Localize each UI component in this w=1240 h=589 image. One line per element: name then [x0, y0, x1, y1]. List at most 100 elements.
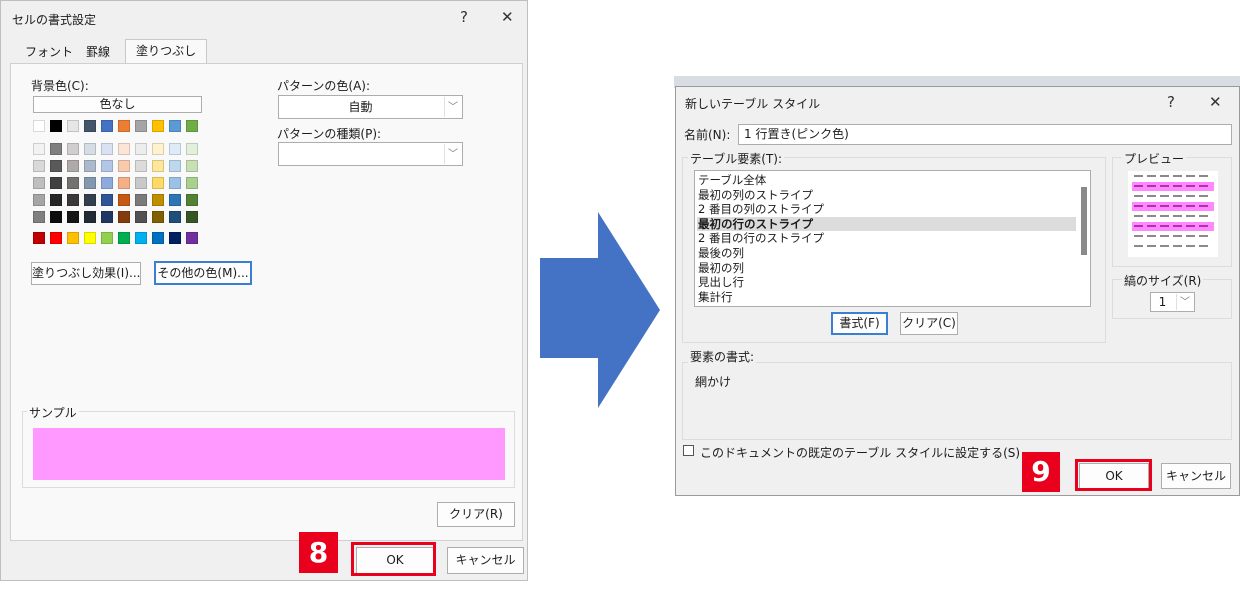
color-swatch[interactable] — [67, 120, 79, 132]
color-swatch[interactable] — [101, 160, 113, 172]
table-element-item[interactable]: 最初の行のストライプ — [697, 216, 1076, 231]
color-swatch[interactable] — [33, 143, 45, 155]
color-swatch[interactable] — [118, 160, 130, 172]
color-swatch[interactable] — [135, 160, 147, 172]
help-button[interactable]: ? — [460, 8, 468, 26]
standard-color-swatch[interactable] — [118, 232, 130, 244]
table-element-item[interactable]: 最後の列 — [697, 246, 1076, 260]
standard-color-swatch[interactable] — [67, 232, 79, 244]
close-icon[interactable]: ✕ — [501, 8, 514, 26]
standard-color-swatch[interactable] — [101, 232, 113, 244]
color-swatch[interactable] — [84, 160, 96, 172]
color-swatch[interactable] — [84, 143, 96, 155]
color-swatch[interactable] — [169, 143, 181, 155]
color-swatch[interactable] — [50, 160, 62, 172]
color-swatch[interactable] — [118, 143, 130, 155]
default-style-checkbox[interactable] — [683, 445, 694, 456]
table-element-item[interactable]: 集計行 — [697, 290, 1076, 304]
color-swatch[interactable] — [118, 177, 130, 189]
color-swatch[interactable] — [33, 211, 45, 223]
cancel-button[interactable]: キャンセル — [447, 547, 524, 574]
standard-color-swatch[interactable] — [152, 232, 164, 244]
color-swatch[interactable] — [101, 177, 113, 189]
color-swatch[interactable] — [67, 211, 79, 223]
list-scrollbar-thumb[interactable] — [1081, 187, 1087, 255]
stripe-size-select[interactable]: 1 ﹀ — [1150, 292, 1195, 312]
standard-color-swatch[interactable] — [169, 232, 181, 244]
color-swatch[interactable] — [101, 120, 113, 132]
color-swatch[interactable] — [67, 143, 79, 155]
color-swatch[interactable] — [67, 177, 79, 189]
close-icon[interactable]: ✕ — [1209, 93, 1222, 111]
color-swatch[interactable] — [152, 194, 164, 206]
color-swatch[interactable] — [84, 120, 96, 132]
color-swatch[interactable] — [186, 120, 198, 132]
table-element-item[interactable]: 2 番目の行のストライプ — [697, 231, 1076, 245]
color-swatch[interactable] — [118, 194, 130, 206]
table-element-item[interactable]: 2 番目の列のストライプ — [697, 202, 1076, 216]
color-swatch[interactable] — [152, 211, 164, 223]
tab-border[interactable]: 罫線 — [76, 41, 120, 63]
color-swatch[interactable] — [101, 211, 113, 223]
color-swatch[interactable] — [152, 120, 164, 132]
color-swatch[interactable] — [186, 211, 198, 223]
pattern-type-select[interactable]: ﹀ — [278, 142, 463, 166]
color-swatch[interactable] — [152, 143, 164, 155]
color-swatch[interactable] — [84, 177, 96, 189]
color-swatch[interactable] — [101, 143, 113, 155]
color-swatch[interactable] — [50, 211, 62, 223]
standard-color-swatch[interactable] — [33, 232, 45, 244]
standard-color-swatch[interactable] — [50, 232, 62, 244]
color-swatch[interactable] — [135, 143, 147, 155]
color-swatch[interactable] — [152, 177, 164, 189]
standard-color-swatch[interactable] — [186, 232, 198, 244]
color-swatch[interactable] — [67, 160, 79, 172]
color-swatch[interactable] — [33, 160, 45, 172]
color-swatch[interactable] — [50, 143, 62, 155]
color-swatch[interactable] — [118, 211, 130, 223]
color-swatch[interactable] — [135, 120, 147, 132]
color-swatch[interactable] — [33, 120, 45, 132]
color-swatch[interactable] — [186, 143, 198, 155]
color-swatch[interactable] — [135, 194, 147, 206]
table-element-item[interactable]: 最初の列のストライプ — [697, 188, 1076, 202]
color-swatch[interactable] — [135, 211, 147, 223]
pattern-color-select[interactable]: 自動 ﹀ — [278, 95, 463, 119]
table-element-item[interactable]: 見出し行 — [697, 275, 1076, 289]
color-swatch[interactable] — [67, 194, 79, 206]
color-swatch[interactable] — [84, 194, 96, 206]
color-swatch[interactable] — [101, 194, 113, 206]
more-colors-button[interactable]: その他の色(M)... — [154, 261, 252, 285]
color-swatch[interactable] — [169, 194, 181, 206]
color-swatch[interactable] — [50, 177, 62, 189]
color-swatch[interactable] — [169, 177, 181, 189]
color-swatch[interactable] — [169, 120, 181, 132]
table-element-item[interactable]: テーブル全体 — [697, 173, 1076, 187]
color-swatch[interactable] — [135, 177, 147, 189]
format-button[interactable]: 書式(F) — [831, 312, 888, 335]
tab-fill[interactable]: 塗りつぶし — [125, 39, 208, 65]
standard-color-swatch[interactable] — [84, 232, 96, 244]
cancel-button[interactable]: キャンセル — [1161, 463, 1231, 489]
clear-button[interactable]: クリア(C) — [900, 312, 958, 335]
table-elements-list[interactable]: テーブル全体 最初の列のストライプ 2 番目の列のストライプ 最初の行のストライプ 2 … — [694, 170, 1091, 307]
fill-effects-button[interactable]: 塗りつぶし効果(I)... — [31, 262, 141, 285]
clear-button[interactable]: クリア(R) — [437, 502, 515, 527]
help-button[interactable]: ? — [1167, 93, 1175, 111]
name-input[interactable]: 1 行置き(ピンク色) — [738, 124, 1232, 145]
color-swatch[interactable] — [33, 177, 45, 189]
color-swatch[interactable] — [152, 160, 164, 172]
color-swatch[interactable] — [50, 120, 62, 132]
table-element-item[interactable]: 最初の列 — [697, 261, 1076, 275]
standard-color-swatch[interactable] — [135, 232, 147, 244]
color-swatch[interactable] — [186, 177, 198, 189]
color-swatch[interactable] — [186, 160, 198, 172]
color-swatch[interactable] — [118, 120, 130, 132]
color-swatch[interactable] — [33, 194, 45, 206]
color-swatch[interactable] — [50, 194, 62, 206]
color-swatch[interactable] — [169, 211, 181, 223]
tab-font[interactable]: フォント — [15, 41, 83, 63]
color-swatch[interactable] — [84, 211, 96, 223]
color-swatch[interactable] — [186, 194, 198, 206]
color-swatch[interactable] — [169, 160, 181, 172]
